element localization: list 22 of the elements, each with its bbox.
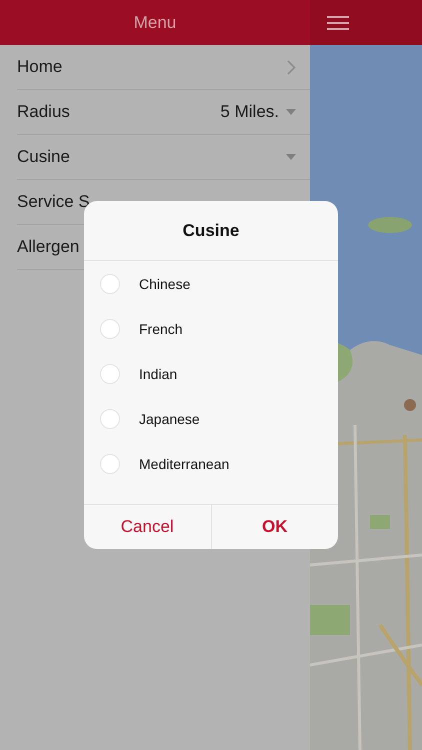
menu-item[interactable]: Radius [17, 102, 70, 122]
option-row[interactable]: Mediterranean [84, 441, 338, 486]
radio-button[interactable] [100, 318, 120, 338]
dropdown-arrow-icon [286, 109, 296, 115]
dropdown-value[interactable]: 5 Miles. [220, 102, 279, 122]
dropdown-arrow-icon [286, 154, 296, 160]
radio-button[interactable] [100, 454, 120, 474]
option-row[interactable]: Indian [84, 351, 338, 396]
menu-title: Menu [134, 12, 176, 32]
radio-button[interactable] [100, 408, 120, 428]
menu-icon[interactable] [326, 14, 350, 30]
option-row[interactable]: Chinese [84, 261, 338, 306]
option-row[interactable]: French [84, 306, 338, 351]
ok-button[interactable]: OK [210, 505, 338, 549]
menu-item[interactable]: Allergen [17, 237, 80, 257]
radio-button[interactable] [100, 364, 120, 384]
radio-button[interactable] [100, 274, 120, 294]
cancel-button[interactable]: Cancel [84, 505, 210, 549]
menu-item[interactable]: Cusine [17, 147, 70, 167]
menu-item[interactable]: Home [17, 57, 62, 77]
chevron-right-icon [287, 60, 296, 74]
option-row[interactable]: Japanese [84, 396, 338, 441]
